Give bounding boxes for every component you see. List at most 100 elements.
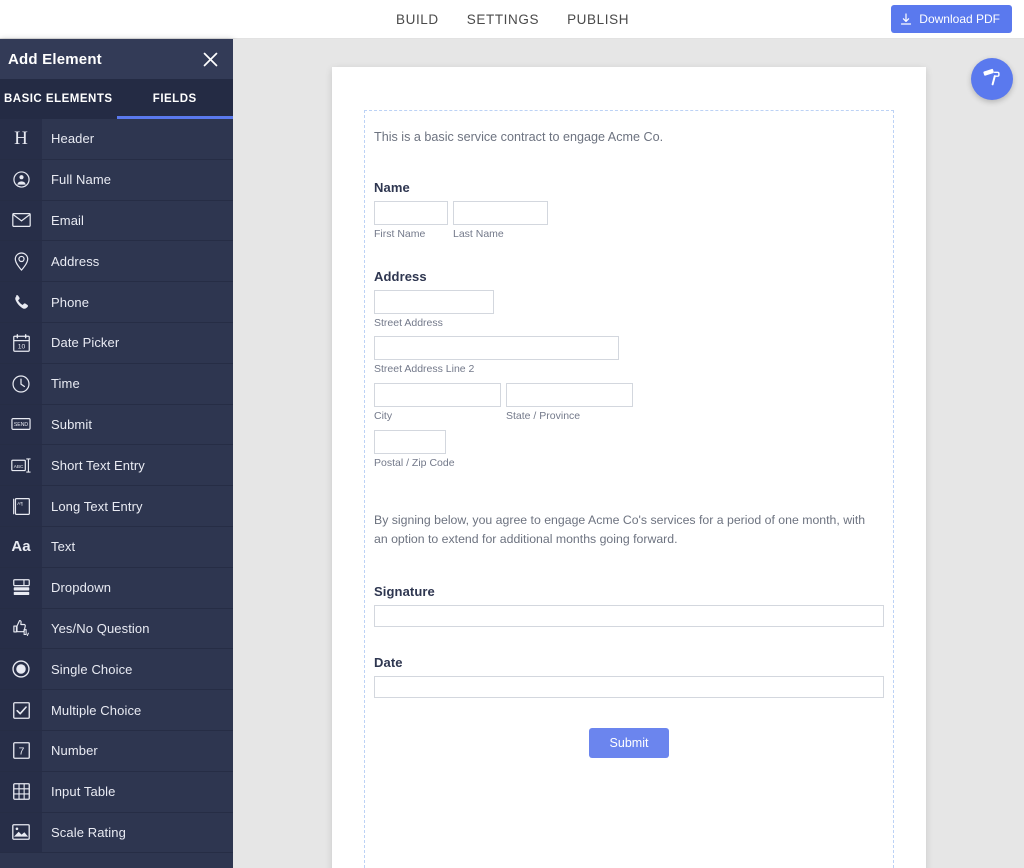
street-address-2-sublabel: Street Address Line 2 — [374, 363, 475, 376]
element-label: Dropdown — [51, 580, 112, 596]
first-name-cell: First Name — [374, 201, 448, 241]
element-label: Short Text Entry — [51, 457, 145, 473]
svg-text:ABC: ABC — [14, 464, 24, 469]
element-item-multiple-choice[interactable]: Multiple Choice — [0, 690, 233, 731]
element-item-yes-no-question[interactable]: Yes/No Question — [0, 608, 233, 650]
form-sheet: This is a basic service contract to enga… — [332, 67, 926, 868]
postal-zip-input[interactable] — [374, 429, 446, 454]
map-pin-icon — [0, 241, 42, 282]
first-name-input[interactable] — [374, 201, 448, 226]
svg-text:SEND: SEND — [14, 423, 29, 429]
svg-text:A¶: A¶ — [17, 501, 23, 507]
send-button-icon: SEND — [0, 404, 42, 445]
signature-input[interactable] — [374, 605, 884, 628]
element-item-submit[interactable]: SEND Submit — [0, 404, 233, 446]
element-label: Date Picker — [51, 335, 120, 351]
tab-basic-elements[interactable]: BASIC ELEMENTS — [0, 79, 117, 119]
calendar-icon: 10 — [0, 322, 42, 363]
svg-text:7: 7 — [18, 747, 24, 758]
element-item-short-text-entry[interactable]: ABC Short Text Entry — [0, 445, 233, 487]
element-item-scale-rating[interactable]: Scale Rating — [0, 812, 233, 854]
close-icon[interactable] — [202, 51, 219, 68]
top-bar: BUILD SETTINGS PUBLISH Download PDF — [0, 0, 1024, 39]
download-icon — [900, 12, 912, 26]
image-scale-icon — [0, 812, 42, 853]
element-item-time[interactable]: Time — [0, 363, 233, 405]
form-editable-region[interactable]: This is a basic service contract to enga… — [364, 110, 894, 868]
paint-roller-icon — [982, 66, 1003, 92]
element-label: Input Table — [51, 784, 116, 800]
element-item-single-choice[interactable]: Single Choice — [0, 649, 233, 691]
phone-icon — [0, 282, 42, 322]
first-name-sublabel: First Name — [374, 228, 426, 241]
element-label: Yes/No Question — [51, 620, 150, 636]
street-address-sublabel: Street Address — [374, 316, 443, 329]
long-text-icon: A¶ — [0, 486, 42, 526]
date-field-group: Date — [374, 655, 884, 699]
signature-label: Signature — [374, 584, 435, 600]
header-h-icon: H — [0, 119, 42, 159]
element-label: Phone — [51, 294, 90, 310]
element-list: H Header Full Name Email Address Phone 1… — [0, 119, 233, 868]
top-navigation: BUILD SETTINGS PUBLISH — [396, 0, 629, 39]
panel-header: Add Element — [0, 39, 233, 79]
zip-cell: Postal / Zip Code — [374, 429, 879, 470]
radio-button-icon — [0, 649, 42, 690]
element-item-phone[interactable]: Phone — [0, 282, 233, 323]
theme-designer-button[interactable] — [971, 58, 1013, 100]
state-province-input[interactable] — [506, 383, 633, 408]
name-label: Name — [374, 180, 410, 196]
element-item-header[interactable]: H Header — [0, 119, 233, 160]
city-cell: City — [374, 383, 501, 423]
street-address-input[interactable] — [374, 289, 494, 314]
element-label: Full Name — [51, 172, 112, 188]
element-item-input-table[interactable]: Input Table — [0, 771, 233, 813]
street-address-2-input[interactable] — [374, 336, 619, 361]
element-item-full-name[interactable]: Full Name — [0, 159, 233, 201]
panel-tabs: BASIC ELEMENTS FIELDS — [0, 79, 233, 119]
element-item-email[interactable]: Email — [0, 200, 233, 242]
tab-fields[interactable]: FIELDS — [116, 79, 234, 119]
address-field-group: Address Street Address Street Address Li… — [374, 269, 884, 469]
element-label: Email — [51, 212, 85, 228]
table-grid-icon — [0, 771, 42, 812]
element-label: Header — [51, 131, 95, 147]
form-submit-button[interactable]: Submit — [588, 728, 670, 759]
element-label: Submit — [51, 416, 93, 432]
dropdown-icon — [0, 567, 42, 608]
name-field-group: Name First Name Last Name — [374, 180, 884, 241]
nav-publish[interactable]: PUBLISH — [567, 12, 629, 27]
last-name-sublabel: Last Name — [453, 228, 504, 241]
date-input[interactable] — [374, 676, 884, 699]
nav-build[interactable]: BUILD — [396, 12, 439, 27]
address-label: Address — [374, 268, 427, 284]
add-element-panel: Add Element BASIC ELEMENTS FIELDS H Head… — [0, 39, 233, 868]
svg-text:10: 10 — [17, 343, 25, 350]
element-label: Scale Rating — [51, 824, 126, 840]
last-name-cell: Last Name — [453, 201, 548, 241]
element-label: Text — [51, 539, 76, 555]
nav-settings[interactable]: SETTINGS — [467, 12, 539, 27]
element-label: Address — [51, 253, 100, 269]
envelope-icon — [0, 200, 42, 241]
element-label: Long Text Entry — [51, 498, 143, 514]
element-item-long-text-entry[interactable]: A¶ Long Text Entry — [0, 486, 233, 527]
download-pdf-button[interactable]: Download PDF — [891, 5, 1012, 33]
city-input[interactable] — [374, 383, 501, 408]
element-label: Multiple Choice — [51, 702, 142, 718]
element-item-text[interactable]: Aa Text — [0, 526, 233, 568]
element-item-date-picker[interactable]: 10 Date Picker — [0, 322, 233, 364]
panel-title: Add Element — [8, 50, 102, 68]
element-item-dropdown[interactable]: Dropdown — [0, 567, 233, 609]
form-intro-text: This is a basic service contract to enga… — [374, 130, 664, 144]
last-name-input[interactable] — [453, 201, 548, 226]
clock-icon — [0, 363, 42, 404]
city-sublabel: City — [374, 410, 393, 423]
submit-row: Submit — [374, 728, 884, 759]
text-aa-icon: Aa — [0, 526, 42, 567]
short-text-icon: ABC — [0, 445, 42, 486]
element-item-number[interactable]: 7 Number — [0, 730, 233, 772]
element-item-address[interactable]: Address — [0, 241, 233, 283]
download-pdf-label: Download PDF — [919, 12, 1000, 26]
date-label: Date — [374, 655, 403, 671]
